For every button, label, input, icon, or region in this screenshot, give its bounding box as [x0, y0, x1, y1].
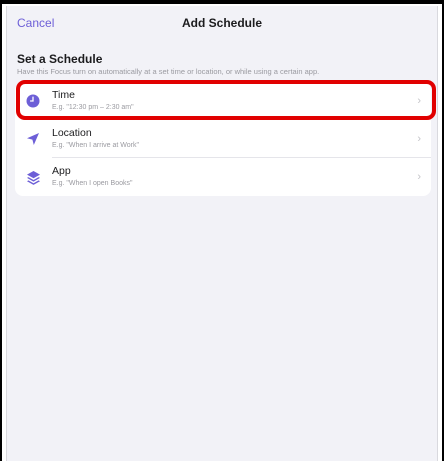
section-title: Set a Schedule — [17, 52, 103, 66]
app-option-example: E.g. "When I open Books" — [52, 180, 133, 187]
section-description: Have this Focus turn on automatically at… — [17, 67, 320, 76]
location-option-label: Location — [52, 127, 92, 139]
time-option-label: Time — [52, 89, 75, 101]
schedule-options-list: Time E.g. "12:30 pm – 2:30 am" › Locatio… — [15, 82, 431, 196]
chevron-right-icon: › — [417, 171, 421, 183]
page-title: Add Schedule — [181, 16, 262, 30]
app-option-label: App — [52, 165, 71, 177]
frame-top-line — [2, 2, 442, 4]
add-schedule-sheet: Cancel Add Schedule Set a Schedule Have … — [6, 6, 438, 461]
time-option-row[interactable]: Time E.g. "12:30 pm – 2:30 am" › — [15, 82, 431, 120]
location-option-row[interactable]: Location E.g. "When I arrive at Work" › — [15, 120, 431, 158]
app-layers-icon — [25, 169, 41, 185]
location-option-example: E.g. "When I arrive at Work" — [52, 142, 139, 149]
location-arrow-icon — [25, 131, 41, 147]
clock-icon — [25, 93, 41, 109]
chevron-right-icon: › — [417, 95, 421, 107]
nav-bar: Cancel Add Schedule — [7, 6, 437, 42]
time-option-example: E.g. "12:30 pm – 2:30 am" — [52, 104, 134, 111]
app-option-row[interactable]: App E.g. "When I open Books" › — [15, 158, 431, 196]
chevron-right-icon: › — [417, 133, 421, 145]
